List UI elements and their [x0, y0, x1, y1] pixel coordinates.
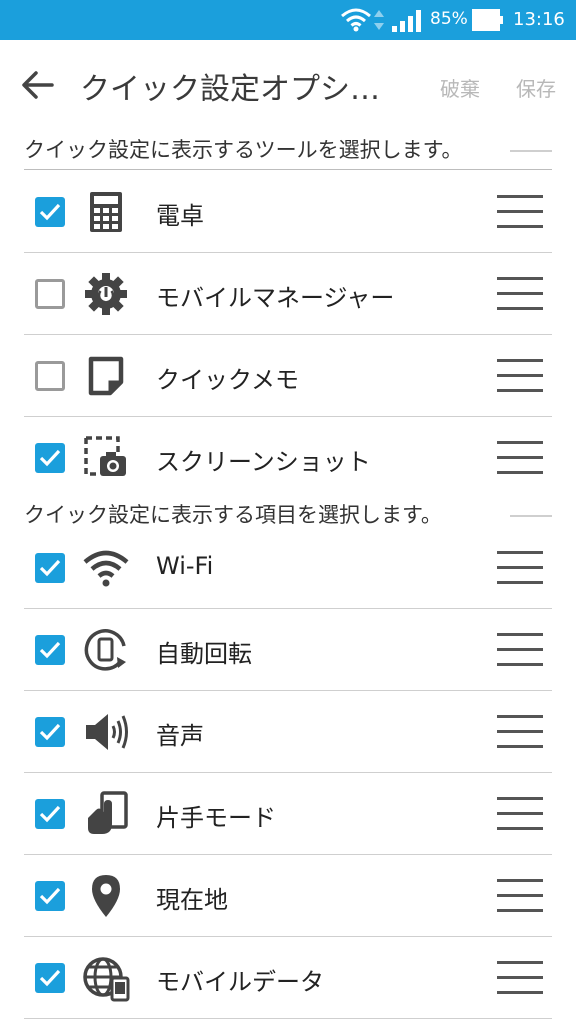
- mobile-data-icon: [83, 957, 130, 1002]
- wifi-icon: [83, 550, 129, 587]
- drag-handle-icon[interactable]: [497, 441, 543, 475]
- list-item-label: クイックメモ: [156, 366, 300, 394]
- calculator-icon: [90, 192, 122, 232]
- divider: [24, 169, 552, 170]
- battery-icon: [472, 9, 503, 31]
- list-item-screenshot[interactable]: スクリーンショット: [0, 417, 576, 499]
- list-item-auto-rotate[interactable]: 自動回転: [0, 609, 576, 691]
- checkbox-checked[interactable]: [35, 197, 65, 227]
- list-item-label: 電卓: [156, 202, 204, 230]
- drag-handle-icon[interactable]: [497, 633, 543, 667]
- list-item-label: Wi-Fi: [156, 552, 214, 580]
- section-title: クイック設定に表示する項目を選択します。: [24, 503, 442, 527]
- list-item-label: モバイルデータ: [156, 968, 324, 996]
- battery-percent: 85%: [430, 9, 468, 29]
- signal-icon: [392, 10, 421, 32]
- list-item-location[interactable]: 現在地: [0, 855, 576, 937]
- list-item-label: モバイルマネージャー: [156, 284, 395, 312]
- data-activity-icon: [374, 10, 384, 30]
- screenshot-icon: [84, 436, 126, 476]
- drag-handle-icon[interactable]: [497, 961, 543, 995]
- checkbox-checked[interactable]: [35, 963, 65, 993]
- volume-icon: [86, 714, 128, 750]
- list-item-label: 音声: [156, 722, 204, 750]
- checkbox-checked[interactable]: [35, 635, 65, 665]
- list-item-label: 自動回転: [156, 640, 252, 668]
- drag-handle-icon[interactable]: [497, 277, 543, 311]
- section-title: クイック設定に表示するツールを選択します。: [24, 138, 463, 162]
- list-item-mobile-data[interactable]: モバイルデータ: [0, 937, 576, 1019]
- list-item-wifi[interactable]: Wi-Fi: [0, 527, 576, 609]
- list-item-calculator[interactable]: 電卓: [0, 171, 576, 253]
- checkbox-checked[interactable]: [35, 717, 65, 747]
- list-item-label: スクリーンショット: [156, 448, 371, 476]
- divider: [510, 150, 552, 152]
- divider: [510, 515, 552, 517]
- list-item-quick-memo[interactable]: クイックメモ: [0, 335, 576, 417]
- checkbox-checked[interactable]: [35, 881, 65, 911]
- drag-handle-icon[interactable]: [497, 715, 543, 749]
- list-item-one-hand-mode[interactable]: 片手モード: [0, 773, 576, 855]
- drag-handle-icon[interactable]: [497, 359, 543, 393]
- wifi-status-icon: [341, 8, 371, 32]
- checkbox-unchecked[interactable]: [35, 279, 65, 309]
- auto-rotate-icon: [84, 629, 126, 671]
- drag-handle-icon[interactable]: [497, 195, 543, 229]
- checkbox-checked[interactable]: [35, 443, 65, 473]
- page-title: クイック設定オプシ…: [80, 72, 380, 107]
- drag-handle-icon[interactable]: [497, 551, 543, 585]
- divider: [24, 1018, 552, 1019]
- back-arrow-icon[interactable]: [18, 65, 58, 105]
- checkbox-checked[interactable]: [35, 799, 65, 829]
- status-bar: 85% 13:16: [0, 0, 576, 40]
- list-item-label: 現在地: [156, 886, 228, 914]
- location-pin-icon: [92, 875, 120, 917]
- drag-handle-icon[interactable]: [497, 797, 543, 831]
- list-item-sound[interactable]: 音声: [0, 691, 576, 773]
- toolbar: クイック設定オプシ… 破棄 保存: [0, 40, 576, 128]
- checkbox-checked[interactable]: [35, 553, 65, 583]
- list-item-label: 片手モード: [156, 804, 276, 832]
- memo-icon: [88, 356, 124, 396]
- gear-icon: [85, 273, 127, 315]
- discard-button[interactable]: 破棄: [440, 73, 480, 102]
- drag-handle-icon[interactable]: [497, 879, 543, 913]
- checkbox-unchecked[interactable]: [35, 361, 65, 391]
- save-button[interactable]: 保存: [516, 73, 556, 102]
- section-header-tools: クイック設定に表示するツールを選択します。: [0, 130, 576, 170]
- one-hand-mode-icon: [88, 791, 128, 834]
- list-item-mobile-manager[interactable]: モバイルマネージャー: [0, 253, 576, 335]
- clock: 13:16: [513, 9, 565, 30]
